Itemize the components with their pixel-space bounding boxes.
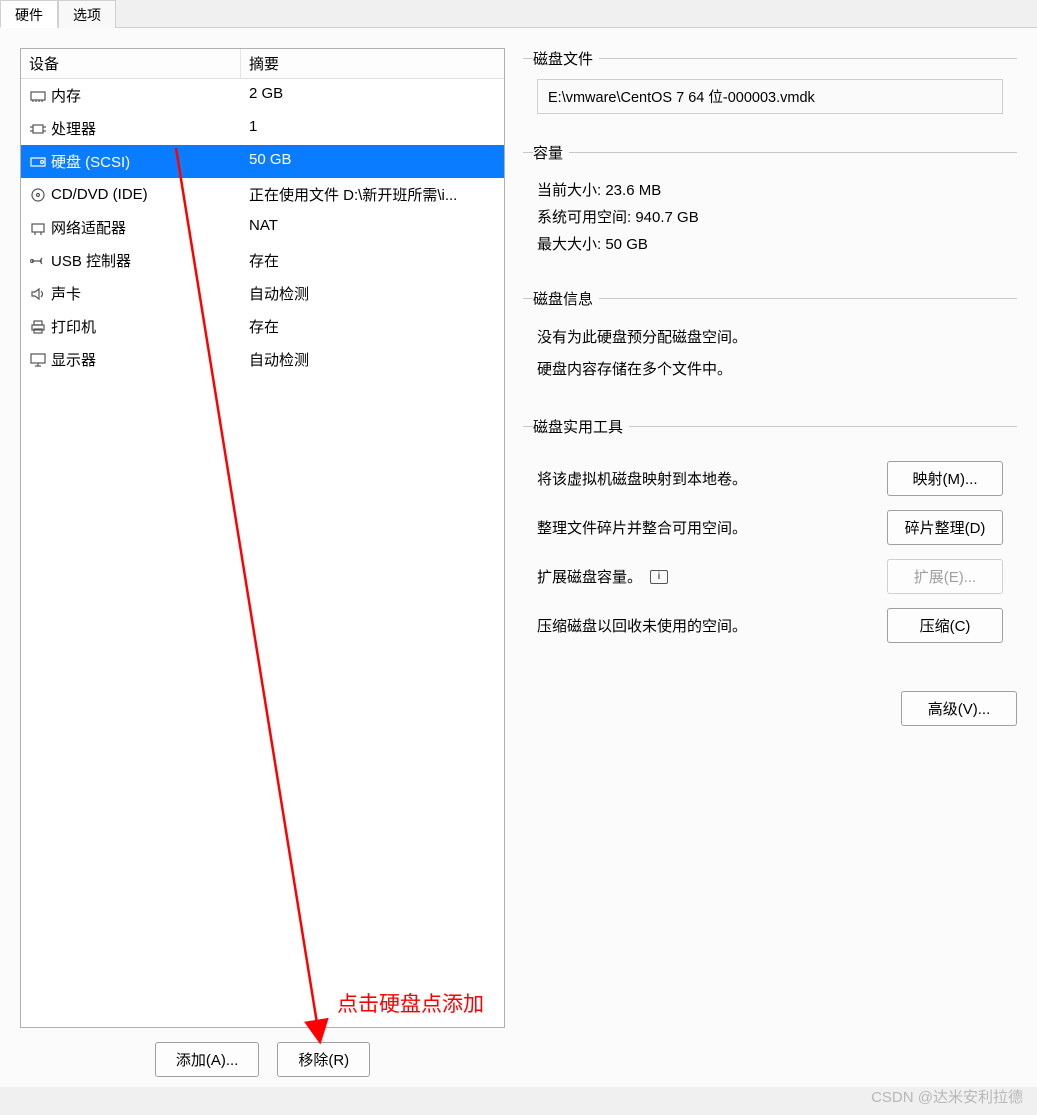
usb-icon xyxy=(29,253,47,269)
diskfile-path[interactable]: E:\vmware\CentOS 7 64 位-000003.vmdk xyxy=(537,79,1003,114)
util-compact-row: 压缩磁盘以回收未使用的空间。 压缩(C) xyxy=(537,608,1003,643)
row-summary: 自动检测 xyxy=(241,279,504,308)
tab-hardware[interactable]: 硬件 xyxy=(0,0,58,28)
util-expand-row: 扩展磁盘容量。 i 扩展(E)... xyxy=(537,559,1003,594)
diskfile-legend: 磁盘文件 xyxy=(533,48,599,69)
cpu-icon xyxy=(29,121,47,137)
row-summary: 正在使用文件 D:\新开班所需\i... xyxy=(241,180,504,209)
tab-options[interactable]: 选项 xyxy=(58,0,116,28)
util-map-row: 将该虚拟机磁盘映射到本地卷。 映射(M)... xyxy=(537,461,1003,496)
add-button[interactable]: 添加(A)... xyxy=(155,1042,260,1077)
capacity-max: 最大大小: 50 GB xyxy=(537,233,1003,254)
capacity-legend: 容量 xyxy=(533,142,569,163)
util-defrag-desc: 整理文件碎片并整合可用空间。 xyxy=(537,517,747,538)
row-memory[interactable]: 内存 2 GB xyxy=(21,79,504,112)
row-summary: 存在 xyxy=(241,246,504,275)
remove-button[interactable]: 移除(R) xyxy=(277,1042,370,1077)
row-usb[interactable]: USB 控制器 存在 xyxy=(21,244,504,277)
row-summary: NAT xyxy=(241,213,504,242)
util-defrag-row: 整理文件碎片并整合可用空间。 碎片整理(D) xyxy=(537,510,1003,545)
cd-icon xyxy=(29,187,47,203)
utilities-group: 磁盘实用工具 将该虚拟机磁盘映射到本地卷。 映射(M)... 整理文件碎片并整合… xyxy=(523,416,1017,671)
diskinfo-group: 磁盘信息 没有为此硬盘预分配磁盘空间。 硬盘内容存储在多个文件中。 xyxy=(523,288,1017,402)
row-label: 显示器 xyxy=(51,349,96,370)
row-network[interactable]: 网络适配器 NAT xyxy=(21,211,504,244)
row-summary: 2 GB xyxy=(241,81,504,110)
capacity-free: 系统可用空间: 940.7 GB xyxy=(537,206,1003,227)
network-icon xyxy=(29,220,47,236)
row-display[interactable]: 显示器 自动检测 xyxy=(21,343,504,376)
sound-icon xyxy=(29,286,47,302)
left-buttons: 添加(A)... 移除(R) xyxy=(20,1028,505,1077)
header-device[interactable]: 设备 xyxy=(21,49,241,78)
diskfile-group: 磁盘文件 E:\vmware\CentOS 7 64 位-000003.vmdk xyxy=(523,48,1017,128)
capacity-group: 容量 当前大小: 23.6 MB 系统可用空间: 940.7 GB 最大大小: … xyxy=(523,142,1017,274)
map-button[interactable]: 映射(M)... xyxy=(887,461,1003,496)
defrag-button[interactable]: 碎片整理(D) xyxy=(887,510,1003,545)
memory-icon xyxy=(29,88,47,104)
row-disk[interactable]: 硬盘 (SCSI) 50 GB xyxy=(21,145,504,178)
compact-button[interactable]: 压缩(C) xyxy=(887,608,1003,643)
row-cpu[interactable]: 处理器 1 xyxy=(21,112,504,145)
util-map-desc: 将该虚拟机磁盘映射到本地卷。 xyxy=(537,468,747,489)
row-cdrom[interactable]: CD/DVD (IDE) 正在使用文件 D:\新开班所需\i... xyxy=(21,178,504,211)
row-label: 打印机 xyxy=(51,316,96,337)
utilities-legend: 磁盘实用工具 xyxy=(533,416,629,437)
diskinfo-line2: 硬盘内容存储在多个文件中。 xyxy=(537,357,1003,383)
row-label: CD/DVD (IDE) xyxy=(51,186,148,203)
capacity-current: 当前大小: 23.6 MB xyxy=(537,179,1003,200)
content: 设备 摘要 内存 2 GB 处理器 1 硬盘 xyxy=(0,27,1037,1087)
info-icon[interactable]: i xyxy=(650,570,668,584)
diskinfo-legend: 磁盘信息 xyxy=(533,288,599,309)
row-label: 声卡 xyxy=(51,283,81,304)
device-table: 设备 摘要 内存 2 GB 处理器 1 硬盘 xyxy=(20,48,505,1028)
advanced-button[interactable]: 高级(V)... xyxy=(901,691,1017,726)
disk-icon xyxy=(29,154,47,170)
right-panel: 磁盘文件 E:\vmware\CentOS 7 64 位-000003.vmdk… xyxy=(523,48,1017,1077)
row-summary: 50 GB xyxy=(241,147,504,176)
printer-icon xyxy=(29,319,47,335)
advanced-row: 高级(V)... xyxy=(523,685,1017,726)
tab-bar: 硬件 选项 xyxy=(0,0,1037,28)
display-icon xyxy=(29,352,47,368)
row-sound[interactable]: 声卡 自动检测 xyxy=(21,277,504,310)
row-label: 处理器 xyxy=(51,118,96,139)
row-label: 硬盘 (SCSI) xyxy=(51,151,130,172)
row-label: USB 控制器 xyxy=(51,250,131,271)
expand-button: 扩展(E)... xyxy=(887,559,1003,594)
row-printer[interactable]: 打印机 存在 xyxy=(21,310,504,343)
row-summary: 1 xyxy=(241,114,504,143)
row-label: 内存 xyxy=(51,85,81,106)
util-expand-desc: 扩展磁盘容量。 i xyxy=(537,566,668,587)
row-label: 网络适配器 xyxy=(51,217,126,238)
row-summary: 存在 xyxy=(241,312,504,341)
util-compact-desc: 压缩磁盘以回收未使用的空间。 xyxy=(537,615,747,636)
watermark: CSDN @达米安利拉德 xyxy=(871,1086,1023,1107)
diskinfo-line1: 没有为此硬盘预分配磁盘空间。 xyxy=(537,325,1003,351)
row-summary: 自动检测 xyxy=(241,345,504,374)
left-panel: 设备 摘要 内存 2 GB 处理器 1 硬盘 xyxy=(20,48,505,1077)
header-summary[interactable]: 摘要 xyxy=(241,49,504,78)
table-header: 设备 摘要 xyxy=(21,49,504,79)
